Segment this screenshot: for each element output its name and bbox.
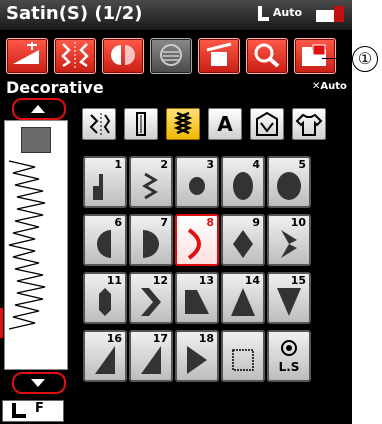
- pattern-button-6[interactable]: 6: [83, 214, 127, 266]
- category-garment-tab[interactable]: [292, 108, 326, 140]
- zoom-button[interactable]: [246, 38, 288, 74]
- crescent-stitch-icon: [187, 228, 201, 260]
- toolbar: [0, 32, 352, 78]
- elongation-icon: [160, 44, 182, 66]
- pattern-button-ls[interactable]: L.S: [267, 330, 311, 382]
- category-title: Decorative: [6, 78, 104, 97]
- scroll-position-indicator: [0, 308, 3, 338]
- thread-cut-icon: [206, 42, 232, 66]
- category-buttonhole-tab[interactable]: [124, 108, 158, 140]
- triangle-down-stitch-icon: [277, 288, 301, 316]
- sewing-machine-screen: Satin(S) (1/2) Auto Decorative ✕Auto F A…: [0, 0, 352, 424]
- magnifier-icon: [254, 43, 280, 68]
- presser-foot-display: F: [2, 400, 64, 422]
- satin-stitch-icon: [173, 111, 193, 135]
- pattern-button-8[interactable]: 8: [175, 214, 219, 266]
- mirror-button[interactable]: [54, 38, 96, 74]
- auto-label: Auto: [272, 6, 303, 19]
- stitch-length-width-button[interactable]: [6, 38, 48, 74]
- pattern-button-5[interactable]: 5: [267, 156, 311, 208]
- pattern-button-1[interactable]: 1: [83, 156, 127, 208]
- presser-foot-indicator: Auto: [255, 6, 302, 22]
- my-folder-button[interactable]: [294, 38, 336, 74]
- auto-label: Auto: [320, 81, 347, 92]
- pattern-button-9[interactable]: 9: [221, 214, 265, 266]
- arrow-up-icon: [31, 105, 45, 113]
- alphabet-icon: A: [217, 112, 233, 136]
- oval-stitch-icon: [233, 172, 253, 200]
- category-header: Decorative ✕Auto: [0, 78, 352, 98]
- flip-button[interactable]: [102, 38, 144, 74]
- column-stitch-icon: [99, 288, 111, 316]
- stitch-adjust-icon: [13, 42, 39, 64]
- category-tabs: A: [76, 108, 348, 142]
- pattern-button-3[interactable]: 3: [175, 156, 219, 208]
- title-bar: Satin(S) (1/2) Auto: [0, 0, 352, 30]
- stitch-preview-panel: F: [0, 98, 74, 424]
- pattern-button-4[interactable]: 4: [221, 156, 265, 208]
- wedge-stitch-icon: [95, 346, 115, 374]
- oval-stitch-icon: [277, 172, 301, 200]
- category-satin-tab[interactable]: [166, 108, 200, 140]
- pattern-button-12[interactable]: 12: [129, 272, 173, 324]
- elongation-button[interactable]: [150, 38, 192, 74]
- pattern-grid: 1 2 3 4 5 6 7 8 9 10 11 12 13 14 15 16 1…: [83, 156, 351, 424]
- pattern-button-17[interactable]: 17: [129, 330, 173, 382]
- pattern-button-11[interactable]: 11: [83, 272, 127, 324]
- pattern-button-7[interactable]: 7: [129, 214, 173, 266]
- category-applique-tab[interactable]: [250, 108, 284, 140]
- diamond-stitch-icon: [233, 230, 253, 258]
- locking-stitch-icon: [281, 340, 297, 356]
- presser-foot-label: F: [35, 401, 44, 416]
- presser-foot-icon: [255, 6, 269, 22]
- bobbin-icon: [316, 6, 346, 24]
- applique-icon: [256, 111, 278, 136]
- buttonhole-icon: [136, 112, 146, 136]
- thread-cutter-button[interactable]: [198, 38, 240, 74]
- zigzag-stitch-icon: [142, 172, 158, 200]
- shirt-icon: [295, 113, 323, 136]
- half-oval-stitch-icon: [97, 230, 111, 258]
- pattern-button-18[interactable]: 18: [175, 330, 219, 382]
- arrow-stitch-icon: [281, 230, 297, 258]
- half-oval-stitch-icon: [143, 230, 159, 258]
- chevron-stitch-icon: [141, 288, 161, 316]
- auto-indicator: ✕Auto: [312, 81, 347, 92]
- slant-stitch-icon: [185, 290, 209, 314]
- pattern-button-2[interactable]: 2: [129, 156, 173, 208]
- category-alphabet-tab[interactable]: A: [208, 108, 242, 140]
- pattern-button-10[interactable]: 10: [267, 214, 311, 266]
- presser-foot-icon: [9, 403, 29, 419]
- pattern-button-square[interactable]: [221, 330, 265, 382]
- category-utility-tab[interactable]: [82, 108, 116, 140]
- mirror-image-icon: [61, 42, 89, 68]
- pattern-button-14[interactable]: 14: [221, 272, 265, 324]
- pattern-button-16[interactable]: 16: [83, 330, 127, 382]
- callout-marker: ①: [352, 46, 378, 72]
- triangle-up-stitch-icon: [231, 288, 255, 316]
- utility-stitch-icon: [89, 113, 111, 135]
- stitch-preview-drawing: [8, 160, 46, 330]
- dot-stitch-icon: [189, 177, 205, 195]
- flip-icon: [111, 45, 135, 65]
- square-outline-icon: [232, 349, 254, 371]
- scroll-up-button[interactable]: [12, 98, 66, 120]
- ls-label: L.S: [278, 360, 300, 374]
- wedge-stitch-icon: [141, 346, 161, 374]
- wedge-point-stitch-icon: [187, 346, 207, 374]
- folder-icon: [302, 44, 326, 66]
- page-title: Satin(S) (1/2): [6, 3, 143, 24]
- callout-leader-line: [322, 58, 352, 59]
- scroll-down-button[interactable]: [12, 372, 66, 394]
- stitch-preview: [4, 120, 68, 370]
- step-stitch-icon: [93, 174, 103, 200]
- arrow-down-icon: [31, 379, 45, 387]
- pattern-button-13[interactable]: 13: [175, 272, 219, 324]
- pattern-button-15[interactable]: 15: [267, 272, 311, 324]
